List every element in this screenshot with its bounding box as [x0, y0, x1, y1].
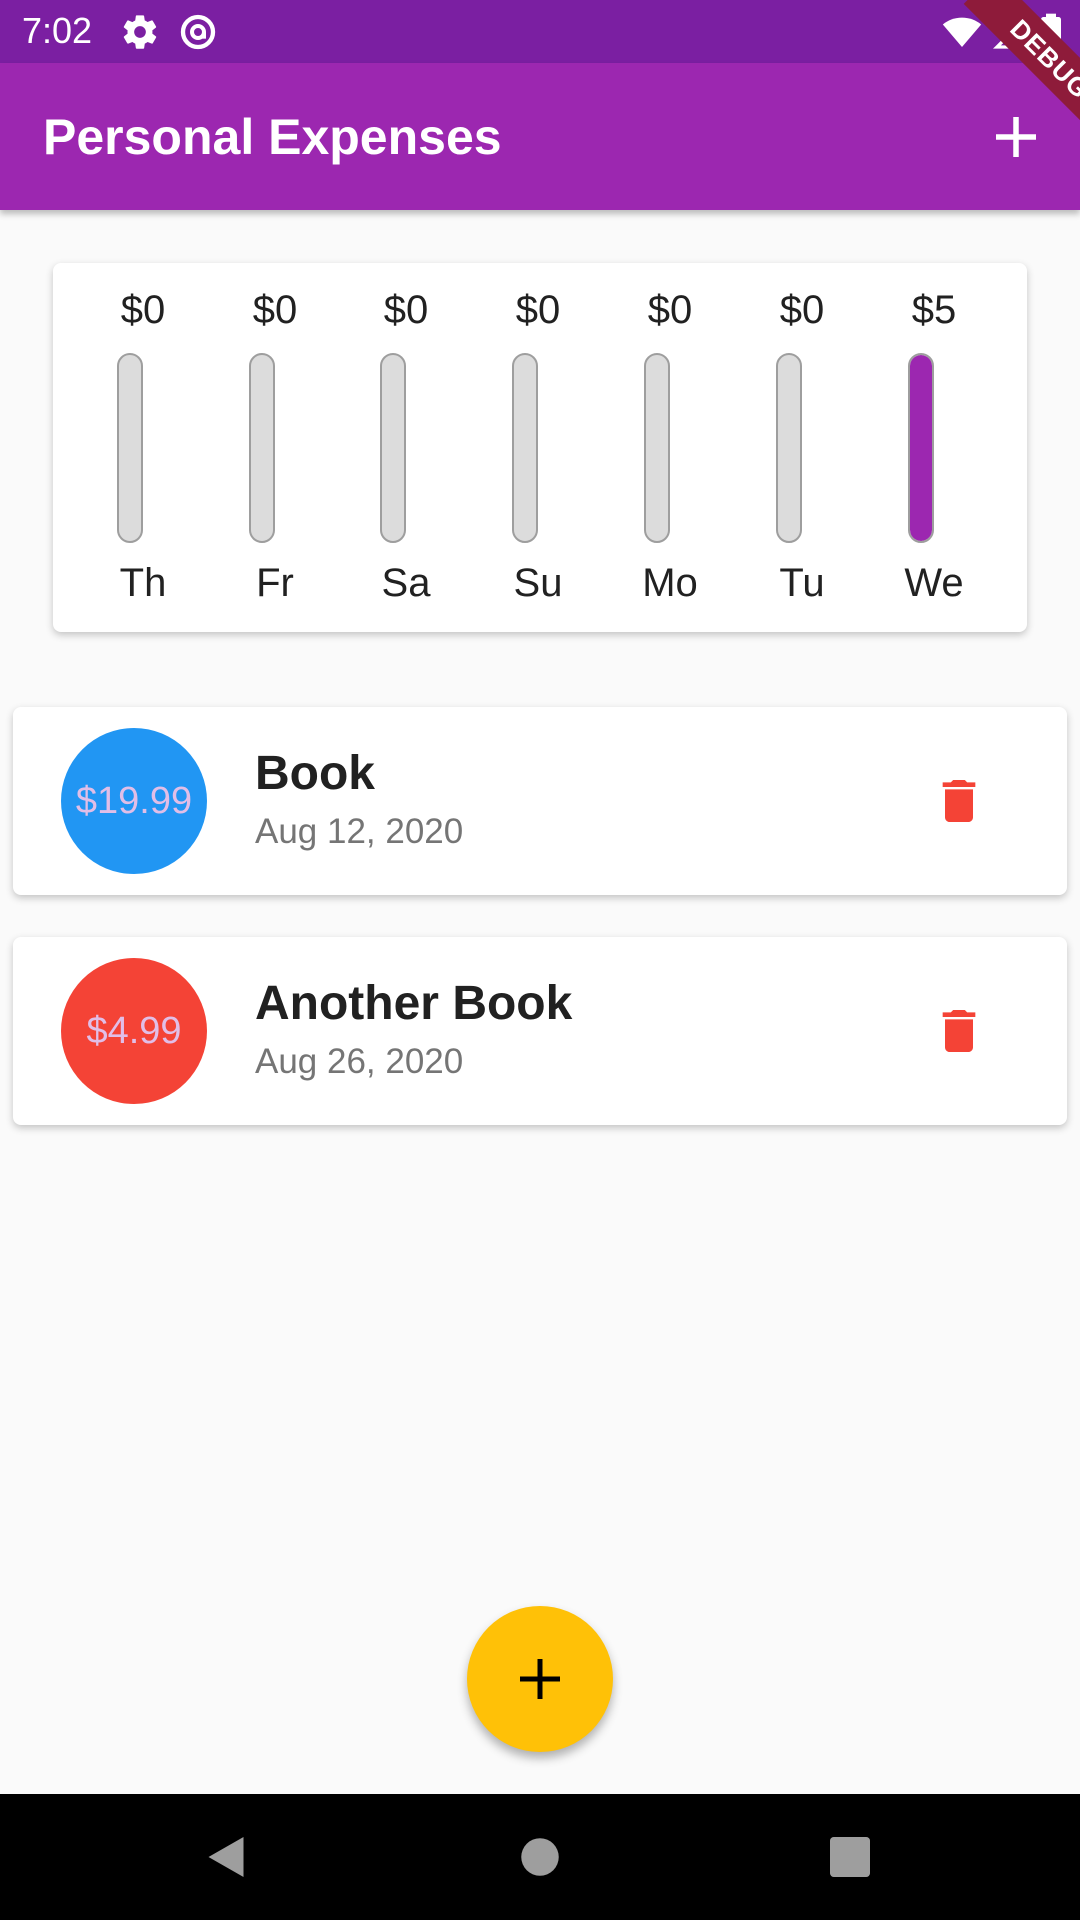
- chart-bar: $0 Su: [472, 263, 604, 632]
- amount-avatar: $19.99: [61, 728, 207, 874]
- bar-track: [512, 353, 538, 543]
- trash-icon: [942, 1010, 976, 1052]
- bar-day-label: Th: [119, 561, 167, 605]
- delete-button[interactable]: [931, 1003, 987, 1059]
- add-transaction-button[interactable]: [986, 107, 1046, 167]
- weekly-chart-card: $0 Th $0 Fr $0 Sa $0 Su $0 Mo $0 Tu $5 W…: [53, 263, 1027, 632]
- bar-track: [380, 353, 406, 543]
- bar-amount: $0: [515, 288, 561, 332]
- transaction-date: Aug 26, 2020: [255, 1042, 464, 1081]
- bar-amount: $0: [779, 288, 825, 332]
- app-bar: Personal Expenses: [0, 63, 1080, 210]
- bar-track: [776, 353, 802, 543]
- transaction-card[interactable]: $19.99 Book Aug 12, 2020: [13, 707, 1067, 895]
- bar-amount: $5: [911, 288, 957, 332]
- at-sign-icon: [178, 12, 218, 52]
- amount-avatar: $4.99: [61, 958, 207, 1104]
- navigation-bar: [0, 1794, 1080, 1920]
- transaction-date: Aug 12, 2020: [255, 812, 464, 851]
- home-button[interactable]: [510, 1827, 570, 1887]
- bar-day-label: Fr: [256, 561, 294, 605]
- gear-icon: [120, 12, 160, 52]
- back-button[interactable]: [196, 1827, 256, 1887]
- chart-bar: $0 Fr: [209, 263, 341, 632]
- bar-track: [908, 353, 934, 543]
- plus-icon: [520, 1659, 560, 1699]
- back-icon: [208, 1837, 244, 1877]
- plus-icon: [996, 117, 1036, 157]
- bar-day-label: Tu: [779, 561, 825, 605]
- bar-day-label: We: [904, 561, 964, 605]
- bar-day-label: Mo: [642, 561, 698, 605]
- recents-button[interactable]: [820, 1827, 880, 1887]
- signal-icon: [992, 12, 1032, 52]
- bar-amount: $0: [252, 288, 298, 332]
- page-title: Personal Expenses: [43, 109, 502, 165]
- bar-track: [644, 353, 670, 543]
- chart-bar: $5 We: [868, 263, 1000, 632]
- home-icon: [521, 1838, 559, 1876]
- battery-icon: [1036, 12, 1076, 52]
- add-transaction-fab[interactable]: [467, 1606, 613, 1752]
- bar-day-label: Sa: [381, 561, 431, 605]
- wifi-icon: [942, 12, 982, 52]
- bar-fill: [910, 355, 932, 541]
- chart-bar: $0 Tu: [736, 263, 868, 632]
- bar-amount: $0: [647, 288, 693, 332]
- chart-bar: $0 Th: [77, 263, 209, 632]
- bar-amount: $0: [120, 288, 166, 332]
- bar-day-label: Su: [513, 561, 563, 605]
- amount-label: $19.99: [75, 779, 193, 822]
- status-time: 7:02: [22, 10, 93, 51]
- bar-amount: $0: [383, 288, 429, 332]
- transaction-title: Book: [255, 747, 375, 800]
- screen: 7:02 Personal Expenses DEBUG $0 Th $0 Fr…: [0, 0, 1080, 1920]
- trash-icon: [942, 780, 976, 822]
- status-bar: 7:02: [0, 0, 1080, 63]
- transaction-card[interactable]: $4.99 Another Book Aug 26, 2020: [13, 937, 1067, 1125]
- chart-bar: $0 Mo: [604, 263, 736, 632]
- amount-label: $4.99: [86, 1009, 182, 1052]
- chart-bar: $0 Sa: [340, 263, 472, 632]
- bar-track: [249, 353, 275, 543]
- transaction-title: Another Book: [255, 977, 573, 1030]
- bar-track: [117, 353, 143, 543]
- delete-button[interactable]: [931, 773, 987, 829]
- recents-icon: [830, 1837, 870, 1877]
